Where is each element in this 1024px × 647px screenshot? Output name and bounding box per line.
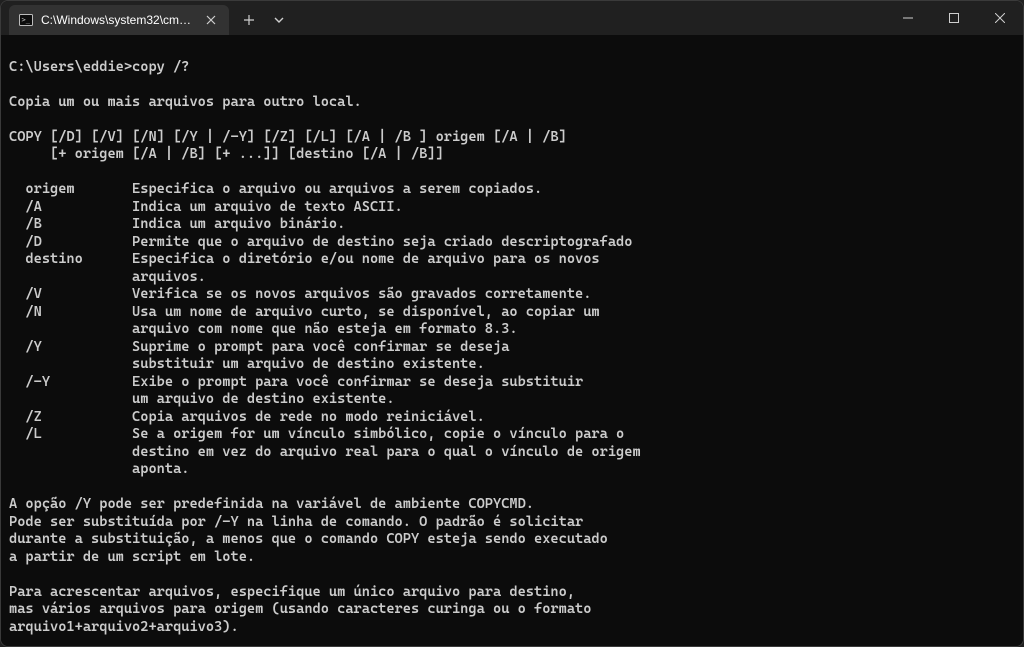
output-line: Para acrescentar arquivos, especifique u…	[9, 584, 575, 600]
option-desc: Suprime o prompt para você confirmar se …	[132, 339, 509, 355]
option-key: /Z	[9, 409, 132, 425]
output-line: arquivo1+arquivo2+arquivo3).	[9, 619, 239, 635]
option-key: origem	[9, 181, 132, 197]
option-desc-cont: aponta.	[9, 461, 189, 477]
titlebar-drag-region[interactable]	[293, 1, 885, 35]
minimize-icon	[903, 13, 913, 23]
option-key: /B	[9, 216, 132, 232]
option-desc: Indica um arquivo binário.	[132, 216, 345, 232]
option-desc: Especifica o arquivo ou arquivos a serem…	[132, 181, 542, 197]
prompt-path: C:\Users\eddie>	[9, 59, 132, 77]
tab-active[interactable]: >_ C:\Windows\system32\cmd.e	[9, 5, 229, 35]
titlebar: >_ C:\Windows\system32\cmd.e	[1, 1, 1023, 35]
option-desc: Permite que o arquivo de destino seja cr…	[132, 234, 632, 250]
option-desc: Exibe o prompt para você confirmar se de…	[132, 374, 583, 390]
tab-close-button[interactable]	[203, 12, 219, 28]
close-icon	[995, 13, 1005, 23]
option-key: destino	[9, 251, 132, 267]
option-desc-cont: destino em vez do arquivo real para o qu…	[9, 444, 641, 460]
output-line: durante a substituição, a menos que o co…	[9, 531, 608, 547]
output-line: mas vários arquivos para origem (usando …	[9, 601, 591, 617]
terminal-window: >_ C:\Windows\system32\cmd.e	[0, 0, 1024, 647]
output-line: Copia um ou mais arquivos para outro loc…	[9, 94, 362, 110]
new-tab-button[interactable]	[233, 5, 265, 35]
cmd-icon: >_	[19, 13, 33, 27]
output-line: COPY [/D] [/V] [/N] [/Y | /-Y] [/Z] [/L]…	[9, 129, 567, 145]
command-text: copy /?	[132, 59, 189, 77]
option-key: /Y	[9, 339, 132, 355]
close-icon	[206, 15, 216, 25]
option-key: /D	[9, 234, 132, 250]
close-window-button[interactable]	[977, 1, 1023, 35]
option-desc: Se a origem for um vínculo simbólico, co…	[132, 426, 624, 442]
output-line: Pode ser substituída por /-Y na linha de…	[9, 514, 583, 530]
svg-text:>_: >_	[22, 16, 31, 24]
option-key: /-Y	[9, 374, 132, 390]
option-key: /L	[9, 426, 132, 442]
option-desc: Copia arquivos de rede no modo reiniciáv…	[132, 409, 485, 425]
option-desc: Verifica se os novos arquivos são gravad…	[132, 286, 591, 302]
option-desc-cont: arquivos.	[9, 269, 206, 285]
option-desc: Especifica o diretório e/ou nome de arqu…	[132, 251, 600, 267]
output-line: a partir de um script em lote.	[9, 549, 255, 565]
option-key: /N	[9, 304, 132, 320]
output-line: A opção /Y pode ser predefinida na variá…	[9, 496, 534, 512]
option-desc: Indica um arquivo de texto ASCII.	[132, 199, 403, 215]
option-desc-cont: um arquivo de destino existente.	[9, 391, 395, 407]
maximize-icon	[949, 13, 959, 23]
terminal-output[interactable]: C:\Users\eddie>copy /? Copia um ou mais …	[1, 35, 1023, 646]
tab-title: C:\Windows\system32\cmd.e	[41, 13, 195, 27]
output-line: [+ origem [/A | /B] [+ ...]] [destino [/…	[9, 146, 444, 162]
option-key: /A	[9, 199, 132, 215]
option-desc-cont: arquivo com nome que não esteja em forma…	[9, 321, 518, 337]
maximize-button[interactable]	[931, 1, 977, 35]
tab-dropdown-button[interactable]	[265, 5, 293, 35]
option-desc: Usa um nome de arquivo curto, se disponí…	[132, 304, 600, 320]
option-desc-cont: substituir um arquivo de destino existen…	[9, 356, 485, 372]
plus-icon	[243, 14, 255, 26]
chevron-down-icon	[274, 15, 284, 25]
window-controls	[885, 1, 1023, 35]
minimize-button[interactable]	[885, 1, 931, 35]
option-key: /V	[9, 286, 132, 302]
